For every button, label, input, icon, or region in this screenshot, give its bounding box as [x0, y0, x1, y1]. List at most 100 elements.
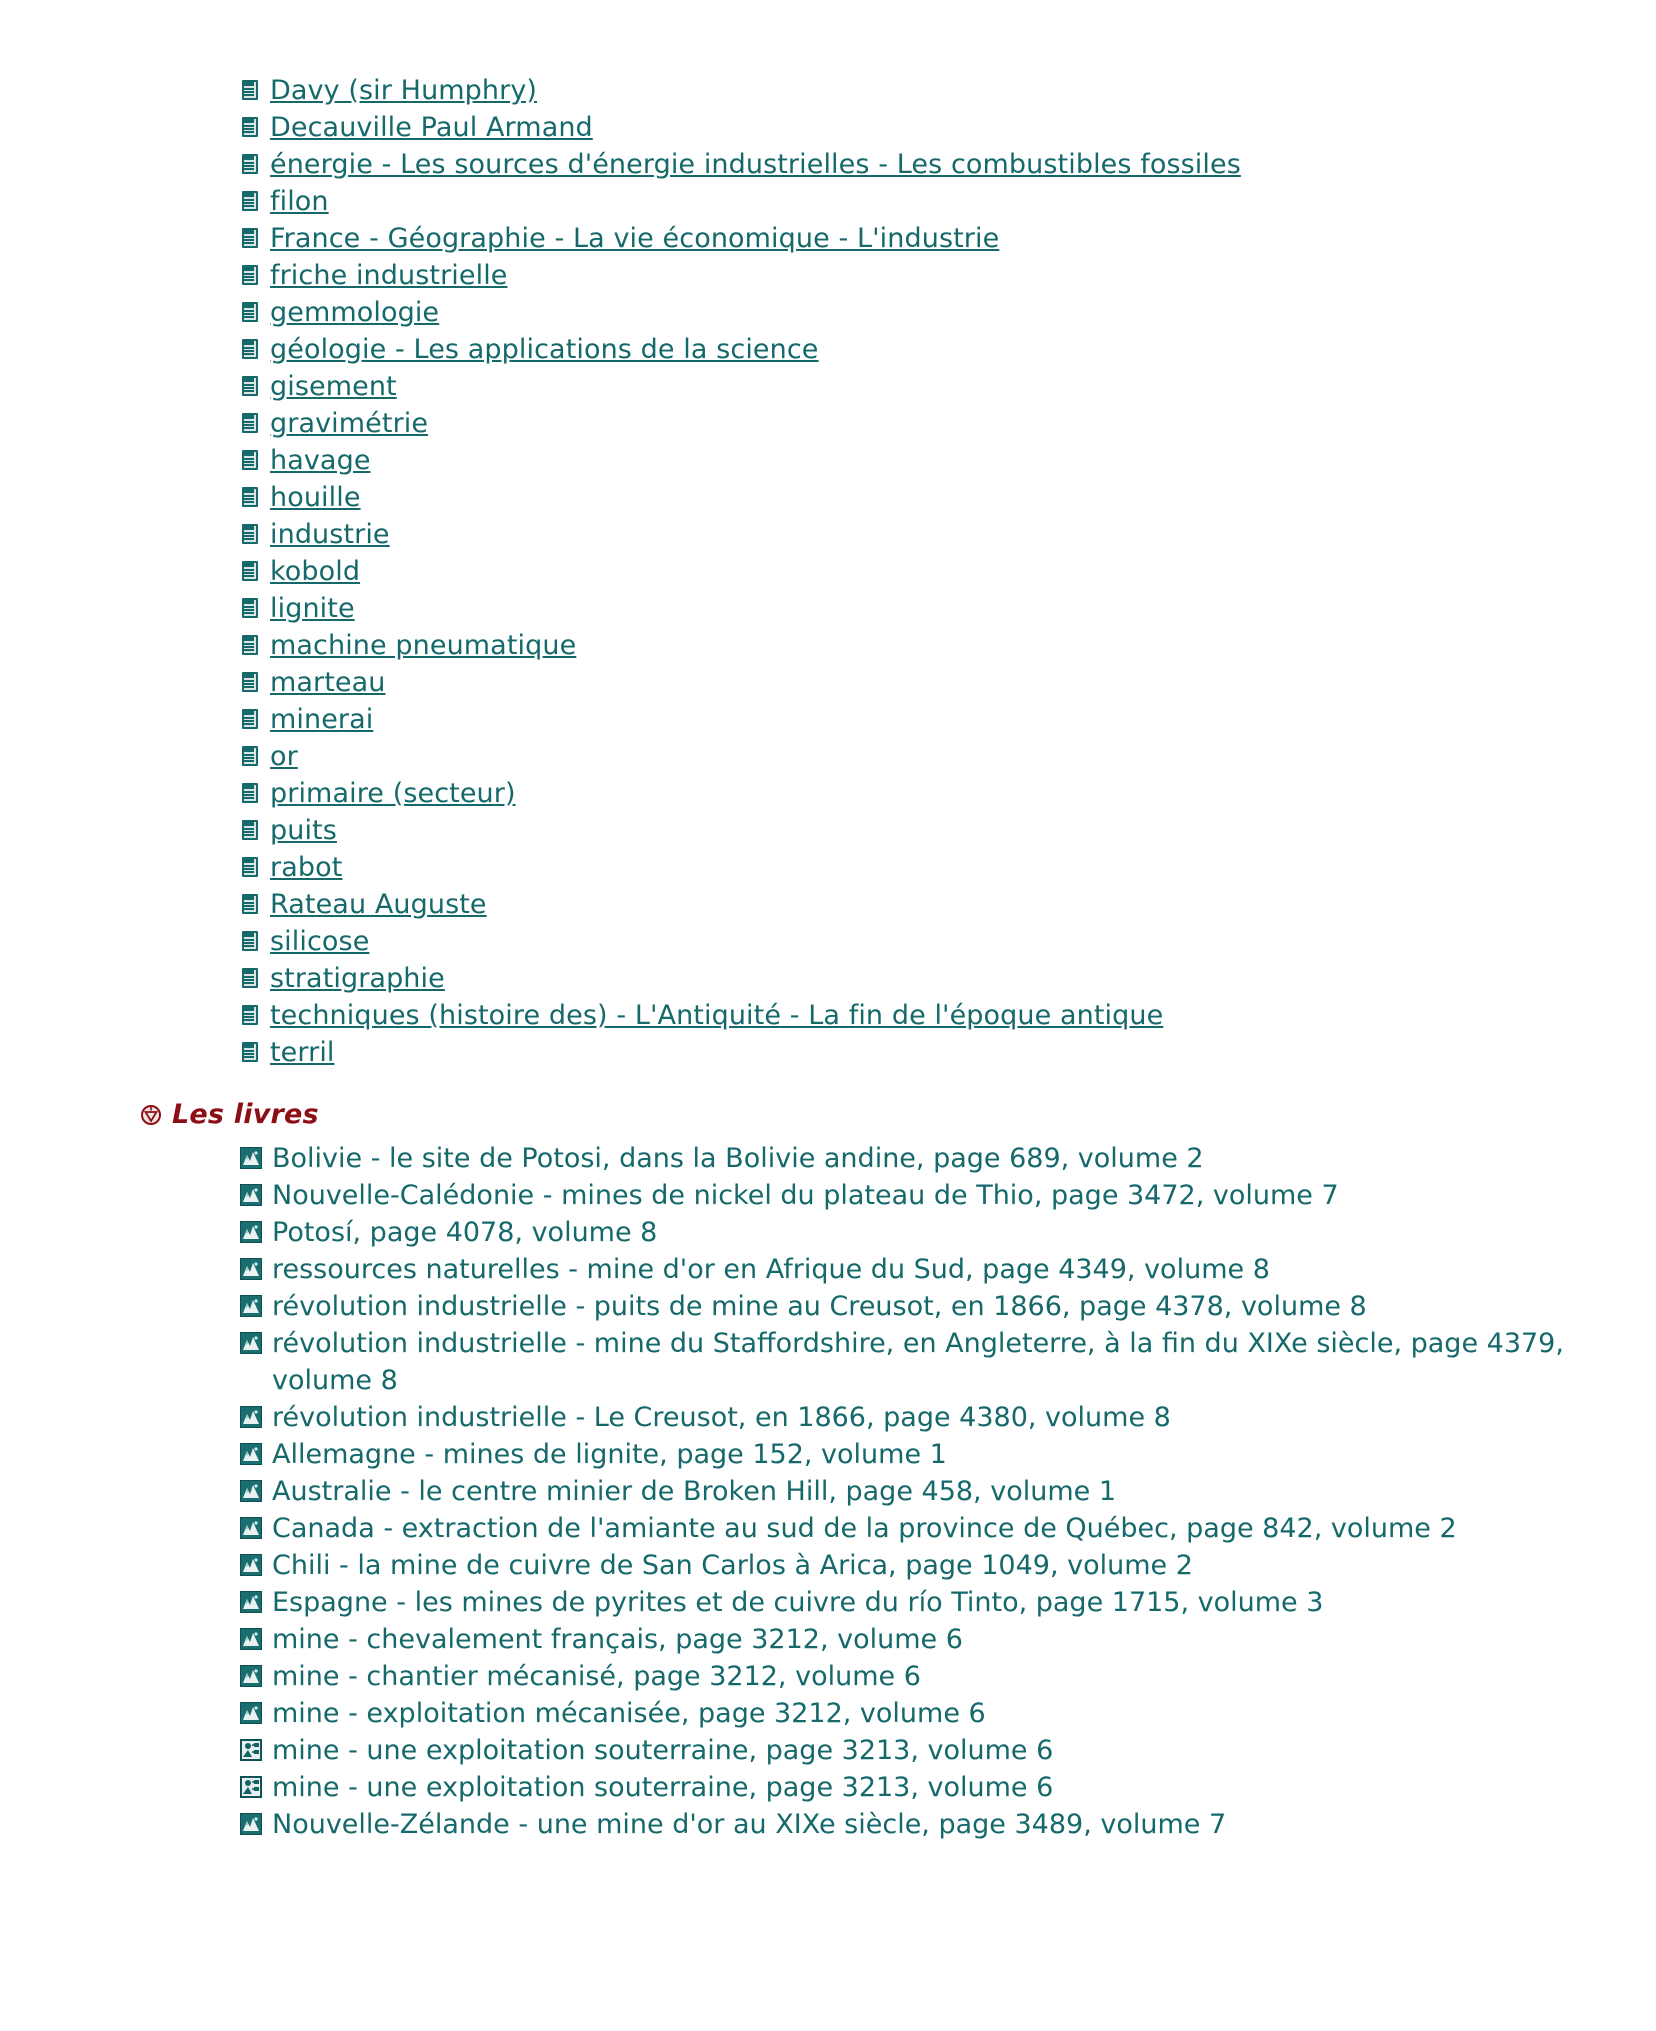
- book-list-item[interactable]: révolution industrielle - Le Creusot, en…: [240, 1399, 1656, 1436]
- article-link[interactable]: rabot: [270, 849, 342, 886]
- article-list-item[interactable]: gravimétrie: [242, 405, 1656, 442]
- book-list-item[interactable]: Canada - extraction de l'amiante au sud …: [240, 1510, 1656, 1547]
- document-icon: [242, 746, 261, 769]
- photo-icon: [240, 1813, 262, 1835]
- article-list-item[interactable]: stratigraphie: [242, 960, 1656, 997]
- book-list-item-label: mine - chantier mécanisé, page 3212, vol…: [272, 1661, 921, 1692]
- book-list-item[interactable]: Nouvelle-Zélande - une mine d'or au XIXe…: [240, 1806, 1656, 1843]
- book-list-item[interactable]: Chili - la mine de cuivre de San Carlos …: [240, 1547, 1656, 1584]
- document-icon: [242, 524, 261, 547]
- photo-icon: [240, 1147, 262, 1169]
- photo-icon: [240, 1591, 262, 1613]
- article-link[interactable]: silicose: [270, 923, 369, 960]
- article-link[interactable]: stratigraphie: [270, 960, 445, 997]
- article-link[interactable]: havage: [270, 442, 371, 479]
- book-list-item-label: Allemagne - mines de lignite, page 152, …: [272, 1439, 947, 1470]
- diagram-icon: [240, 1739, 262, 1761]
- document-icon: [242, 635, 261, 658]
- book-list-item[interactable]: mine - une exploitation souterraine, pag…: [240, 1769, 1656, 1806]
- article-list-item[interactable]: puits: [242, 812, 1656, 849]
- article-list-item[interactable]: primaire (secteur): [242, 775, 1656, 812]
- article-link[interactable]: filon: [270, 183, 329, 220]
- document-icon: [242, 487, 261, 510]
- article-list-item[interactable]: lignite: [242, 590, 1656, 627]
- book-list-item[interactable]: Allemagne - mines de lignite, page 152, …: [240, 1436, 1656, 1473]
- book-list-item[interactable]: révolution industrielle - puits de mine …: [240, 1288, 1656, 1325]
- article-link[interactable]: houille: [270, 479, 361, 516]
- article-list-item[interactable]: machine pneumatique: [242, 627, 1656, 664]
- article-link[interactable]: minerai: [270, 701, 373, 738]
- article-link[interactable]: machine pneumatique: [270, 627, 576, 664]
- document-icon: [242, 561, 261, 584]
- article-list-item[interactable]: silicose: [242, 923, 1656, 960]
- document-icon: [242, 1005, 261, 1028]
- article-list-item[interactable]: gemmologie: [242, 294, 1656, 331]
- article-list-item[interactable]: Rateau Auguste: [242, 886, 1656, 923]
- document-icon: [242, 968, 261, 991]
- document-icon: [242, 894, 261, 917]
- article-link[interactable]: géologie - Les applications de la scienc…: [270, 331, 819, 368]
- book-list-item[interactable]: ressources naturelles - mine d'or en Afr…: [240, 1251, 1656, 1288]
- book-list-item-label: révolution industrielle - Le Creusot, en…: [272, 1402, 1171, 1433]
- article-list-item[interactable]: industrie: [242, 516, 1656, 553]
- document-icon: [242, 931, 261, 954]
- book-list-item[interactable]: Australie - le centre minier de Broken H…: [240, 1473, 1656, 1510]
- article-list-item[interactable]: filon: [242, 183, 1656, 220]
- book-list-item-label: Australie - le centre minier de Broken H…: [272, 1476, 1117, 1507]
- article-link[interactable]: terril: [270, 1034, 335, 1071]
- book-list-item[interactable]: Potosí, page 4078, volume 8: [240, 1214, 1656, 1251]
- article-list-item[interactable]: or: [242, 738, 1656, 775]
- photo-icon: [240, 1628, 262, 1650]
- book-list-item[interactable]: mine - une exploitation souterraine, pag…: [240, 1732, 1656, 1769]
- article-link[interactable]: marteau: [270, 664, 386, 701]
- article-link[interactable]: Decauville Paul Armand: [270, 109, 593, 146]
- book-list-item-label: Espagne - les mines de pyrites et de cui…: [272, 1587, 1324, 1618]
- article-list-item[interactable]: gisement: [242, 368, 1656, 405]
- article-list-item[interactable]: houille: [242, 479, 1656, 516]
- document-icon: [242, 228, 261, 251]
- article-list-item[interactable]: friche industrielle: [242, 257, 1656, 294]
- article-list-item[interactable]: minerai: [242, 701, 1656, 738]
- article-link[interactable]: Davy (sir Humphry): [270, 72, 537, 109]
- article-list-item[interactable]: terril: [242, 1034, 1656, 1071]
- article-link[interactable]: puits: [270, 812, 337, 849]
- document-icon: [242, 339, 261, 362]
- book-list: Bolivie - le site de Potosi, dans la Bol…: [0, 1140, 1656, 1843]
- article-link[interactable]: Rateau Auguste: [270, 886, 487, 923]
- article-link[interactable]: lignite: [270, 590, 355, 627]
- article-link[interactable]: or: [270, 738, 298, 775]
- article-link[interactable]: industrie: [270, 516, 390, 553]
- diagram-icon: [240, 1776, 262, 1798]
- book-list-item[interactable]: mine - exploitation mécanisée, page 3212…: [240, 1695, 1656, 1732]
- document-icon: [242, 191, 261, 214]
- article-list-item[interactable]: techniques (histoire des) - L'Antiquité …: [242, 997, 1656, 1034]
- article-list-item[interactable]: kobold: [242, 553, 1656, 590]
- book-list-item-label: révolution industrielle - puits de mine …: [272, 1291, 1367, 1322]
- book-list-item[interactable]: Nouvelle-Calédonie - mines de nickel du …: [240, 1177, 1656, 1214]
- article-list-item[interactable]: rabot: [242, 849, 1656, 886]
- article-list-item[interactable]: marteau: [242, 664, 1656, 701]
- article-link[interactable]: friche industrielle: [270, 257, 508, 294]
- book-list-item[interactable]: Bolivie - le site de Potosi, dans la Bol…: [240, 1140, 1656, 1177]
- article-link[interactable]: primaire (secteur): [270, 775, 516, 812]
- article-list-item[interactable]: Decauville Paul Armand: [242, 109, 1656, 146]
- article-link[interactable]: gisement: [270, 368, 397, 405]
- document-icon: [242, 265, 261, 288]
- article-link[interactable]: kobold: [270, 553, 360, 590]
- article-list-item[interactable]: Davy (sir Humphry): [242, 72, 1656, 109]
- article-list-item[interactable]: énergie - Les sources d'énergie industri…: [242, 146, 1656, 183]
- book-list-item[interactable]: révolution industrielle - mine du Staffo…: [240, 1325, 1656, 1399]
- article-link[interactable]: techniques (histoire des) - L'Antiquité …: [270, 997, 1163, 1034]
- article-link[interactable]: gemmologie: [270, 294, 439, 331]
- book-list-item[interactable]: mine - chevalement français, page 3212, …: [240, 1621, 1656, 1658]
- article-list-item[interactable]: géologie - Les applications de la scienc…: [242, 331, 1656, 368]
- book-list-item[interactable]: Espagne - les mines de pyrites et de cui…: [240, 1584, 1656, 1621]
- article-link[interactable]: gravimétrie: [270, 405, 428, 442]
- article-list-item[interactable]: France - Géographie - La vie économique …: [242, 220, 1656, 257]
- article-link[interactable]: énergie - Les sources d'énergie industri…: [270, 146, 1241, 183]
- photo-icon: [240, 1443, 262, 1465]
- photo-icon: [240, 1554, 262, 1576]
- article-list-item[interactable]: havage: [242, 442, 1656, 479]
- book-list-item[interactable]: mine - chantier mécanisé, page 3212, vol…: [240, 1658, 1656, 1695]
- article-link[interactable]: France - Géographie - La vie économique …: [270, 220, 999, 257]
